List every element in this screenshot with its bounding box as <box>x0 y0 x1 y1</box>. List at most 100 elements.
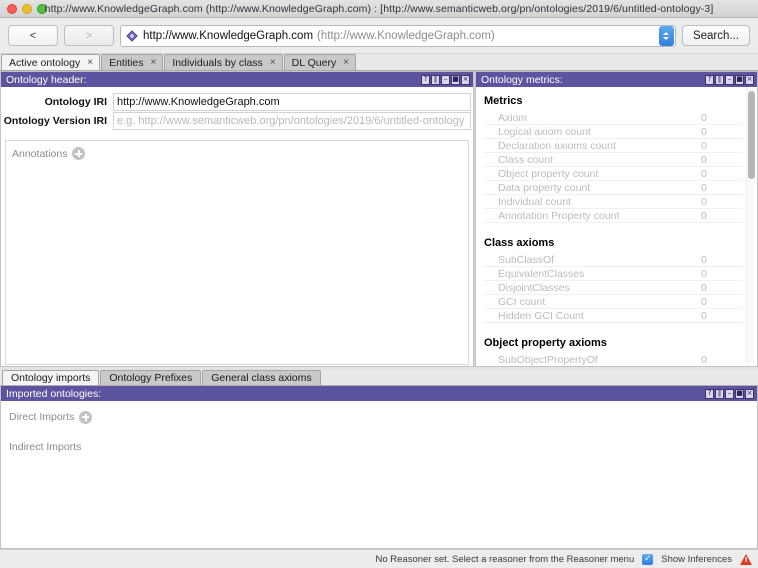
ontology-header-titlebar: Ontology header: ? ‖ – ■ × <box>1 72 473 87</box>
metrics-row: Declaration axioms count 0 <box>484 139 743 153</box>
metrics-row-value: 0 <box>701 295 707 308</box>
metrics-row-label: Annotation Property count <box>498 209 620 222</box>
minimize-icon[interactable]: – <box>441 74 450 85</box>
close-icon[interactable]: × <box>745 388 754 399</box>
metrics-section-heading: Class axioms <box>484 237 555 249</box>
tab-close-icon[interactable]: × <box>151 57 157 68</box>
show-inferences-label: Show Inferences <box>661 553 732 565</box>
tab-close-icon[interactable]: × <box>343 57 349 68</box>
metrics-row: EquivalentClasses 0 <box>484 267 743 281</box>
metrics-row-label: Hidden GCI Count <box>498 309 584 322</box>
tab-label: Individuals by class <box>172 56 263 69</box>
minimize-icon[interactable]: – <box>725 74 734 85</box>
indirect-imports-label: Indirect Imports <box>9 441 82 453</box>
metrics-row-value: 0 <box>701 267 707 280</box>
ontology-url-subtext: (http://www.KnowledgeGraph.com) <box>317 29 495 42</box>
tab-label: Active ontology <box>9 56 81 69</box>
window-title: http://www.KnowledgeGraph.com (http://ww… <box>44 2 714 15</box>
tab-individuals-by-class[interactable]: Individuals by class × <box>164 54 283 70</box>
tab-ontology-imports[interactable]: Ontology imports <box>2 370 100 385</box>
ontology-metrics-titlebar: Ontology metrics: ? ‖ – ■ × <box>476 72 757 87</box>
metrics-scroll-area[interactable]: Metrics Axiom 0 Logical axiom count 0 Declara… <box>476 87 757 366</box>
forward-button[interactable]: > <box>64 25 114 46</box>
indirect-imports-row: Indirect Imports <box>9 439 757 455</box>
split-icon[interactable]: ‖ <box>715 388 724 399</box>
metrics-section-heading: Object property axioms <box>484 337 607 349</box>
metrics-row-label: Data property count <box>498 181 591 194</box>
tab-general-class-axioms[interactable]: General class axioms <box>202 370 321 385</box>
ontology-iri-label: Ontology IRI <box>44 96 107 108</box>
combobox-stepper-icon[interactable] <box>658 25 674 46</box>
metrics-row: Axiom 0 <box>484 111 743 125</box>
metrics-row-value: 0 <box>701 253 707 266</box>
window-titlebar: http://www.KnowledgeGraph.com (http://ww… <box>0 0 758 18</box>
lower-split: Ontology imports Ontology Prefixes Gener… <box>0 370 758 549</box>
add-direct-import-icon[interactable] <box>79 410 93 424</box>
ontology-url-text: http://www.KnowledgeGraph.com <box>143 29 314 42</box>
metrics-row-value: 0 <box>701 195 707 208</box>
tab-entities[interactable]: Entities × <box>101 54 164 70</box>
ontology-version-iri-input[interactable]: e.g. http://www.semanticweb.org/pn/ontol… <box>113 112 471 130</box>
metrics-row-value: 0 <box>701 111 707 124</box>
metrics-row-value: 0 <box>701 125 707 138</box>
main-tabstrip: Active ontology × Entities × Individuals… <box>0 54 758 71</box>
workspace: Ontology header: ? ‖ – ■ × Ontology IRI … <box>0 71 758 549</box>
help-icon[interactable]: ? <box>705 388 714 399</box>
annotations-header: Annotations <box>12 147 468 160</box>
split-icon[interactable]: ‖ <box>715 74 724 85</box>
metrics-row: Data property count 0 <box>484 181 743 195</box>
minimize-icon[interactable]: – <box>725 388 734 399</box>
metrics-row: SubObjectPropertyOf 0 <box>484 353 743 366</box>
metrics-row-value: 0 <box>701 309 707 322</box>
show-inferences-checkbox[interactable]: ✓ <box>642 553 654 565</box>
tab-ontology-prefixes[interactable]: Ontology Prefixes <box>100 370 202 385</box>
metrics-row-value: 0 <box>701 353 707 366</box>
metrics-row: Class count 0 <box>484 153 743 167</box>
metrics-row: Hidden GCI Count 0 <box>484 309 743 323</box>
metrics-row: DisjointClasses 0 <box>484 281 743 295</box>
panel-title-label: Ontology metrics: <box>481 73 563 86</box>
panel-title-label: Ontology header: <box>6 73 87 86</box>
imported-ontologies-panel: Imported ontologies: ? ‖ – ■ × Direct Im… <box>0 386 758 549</box>
metrics-section-heading: Metrics <box>484 95 523 107</box>
metrics-row: GCI count 0 <box>484 295 743 309</box>
close-icon[interactable]: × <box>461 74 470 85</box>
metrics-scrollbar-thumb[interactable] <box>748 91 755 179</box>
back-button[interactable]: < <box>8 25 58 46</box>
close-icon[interactable]: × <box>745 74 754 85</box>
ontology-iri-input[interactable]: http://www.KnowledgeGraph.com <box>113 93 471 111</box>
help-icon[interactable]: ? <box>705 74 714 85</box>
help-icon[interactable]: ? <box>421 74 430 85</box>
reasoner-status-text: No Reasoner set. Select a reasoner from … <box>375 553 635 565</box>
ontology-url-combobox[interactable]: http://www.KnowledgeGraph.com (http://ww… <box>120 24 676 47</box>
panel-title-label: Imported ontologies: <box>6 387 102 400</box>
ontology-metrics-panel: Ontology metrics: ? ‖ – ■ × Metrics Axiom… <box>475 71 758 367</box>
ontology-metrics-body: Metrics Axiom 0 Logical axiom count 0 Declara… <box>476 87 757 366</box>
tab-close-icon[interactable]: × <box>87 57 93 68</box>
tab-dl-query[interactable]: DL Query × <box>283 54 357 70</box>
status-bar: No Reasoner set. Select a reasoner from … <box>0 549 758 568</box>
imports-content: Direct Imports Indirect Imports <box>1 401 757 455</box>
metrics-row-label: Object property count <box>498 167 599 180</box>
metrics-row-value: 0 <box>701 209 707 222</box>
right-column: Ontology metrics: ? ‖ – ■ × Metrics Axiom… <box>475 71 758 367</box>
warning-icon[interactable] <box>740 553 752 565</box>
metrics-row-label: Logical axiom count <box>498 125 591 138</box>
metrics-row-value: 0 <box>701 153 707 166</box>
metrics-row-label: SubClassOf <box>498 253 555 266</box>
maximize-icon[interactable]: ■ <box>735 74 744 85</box>
tab-close-icon[interactable]: × <box>270 57 276 68</box>
tab-label: DL Query <box>291 56 337 69</box>
imported-ontologies-body: Direct Imports Indirect Imports <box>1 401 757 548</box>
upper-split: Ontology header: ? ‖ – ■ × Ontology IRI … <box>0 71 758 367</box>
metrics-scrollbar[interactable] <box>746 89 755 364</box>
imported-ontologies-titlebar: Imported ontologies: ? ‖ – ■ × <box>1 386 757 401</box>
search-button[interactable]: Search... <box>681 25 750 46</box>
split-icon[interactable]: ‖ <box>431 74 440 85</box>
direct-imports-row: Direct Imports <box>9 409 757 425</box>
maximize-icon[interactable]: ■ <box>735 388 744 399</box>
add-annotation-icon[interactable] <box>72 147 86 160</box>
maximize-icon[interactable]: ■ <box>451 74 460 85</box>
metrics-row: Logical axiom count 0 <box>484 125 743 139</box>
tab-active-ontology[interactable]: Active ontology × <box>1 54 101 70</box>
